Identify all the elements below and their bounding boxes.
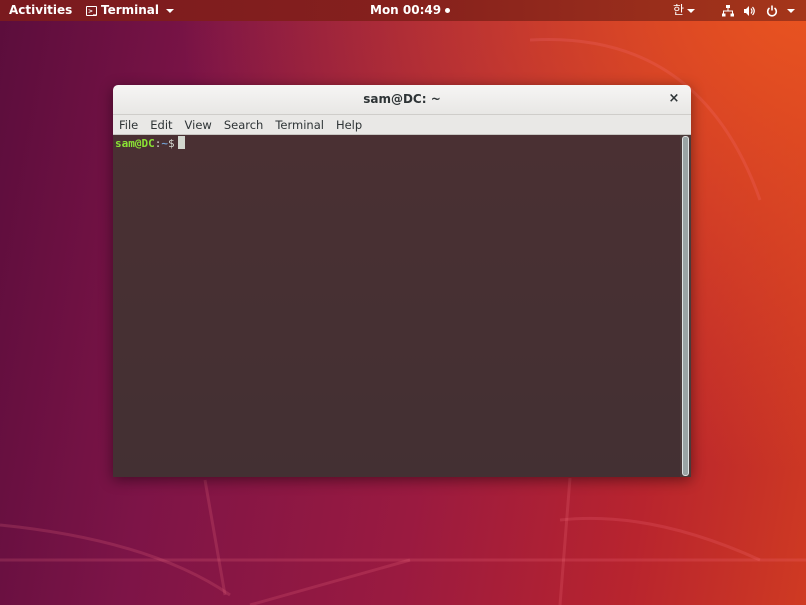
vertical-scrollbar[interactable] [680, 135, 691, 477]
notification-dot-icon [445, 8, 451, 13]
window-title: sam@DC: ~ [363, 92, 441, 106]
app-menu-button[interactable]: >_ Terminal [86, 0, 175, 21]
menu-search[interactable]: Search [224, 118, 264, 132]
clock-button[interactable]: Mon 00:49 [370, 0, 451, 21]
activities-button[interactable]: Activities [9, 0, 72, 21]
network-icon[interactable] [722, 0, 734, 21]
close-icon: × [668, 91, 680, 106]
power-menu-button[interactable] [766, 0, 796, 21]
input-method-label: 한 [673, 3, 685, 17]
top-bar: Activities >_ Terminal Mon 00:49 한 [0, 0, 806, 21]
menu-view[interactable]: View [185, 118, 212, 132]
terminal-window: sam@DC: ~ × File Edit View Search Termin… [113, 85, 691, 477]
terminal-area[interactable]: sam@DC:~$ [113, 135, 691, 477]
app-menu-label: Terminal [101, 3, 160, 17]
terminal-icon: >_ [86, 5, 97, 16]
input-method-button[interactable]: 한 [673, 0, 696, 21]
scrollbar-thumb[interactable] [682, 136, 689, 476]
menu-help[interactable]: Help [336, 118, 362, 132]
volume-icon[interactable] [743, 0, 755, 21]
close-button[interactable]: × [666, 91, 682, 107]
clock-label: Mon 00:49 [370, 3, 442, 17]
chevron-down-icon [166, 8, 175, 13]
title-bar[interactable]: sam@DC: ~ × [113, 85, 691, 115]
chevron-down-icon [687, 8, 696, 13]
shell-prompt: sam@DC:~$ [115, 136, 185, 151]
prompt-path: ~ [161, 137, 168, 150]
menu-edit[interactable]: Edit [150, 118, 172, 132]
prompt-user-host: sam@DC [115, 137, 155, 150]
menu-file[interactable]: File [119, 118, 138, 132]
prompt-symbol: $ [168, 137, 175, 150]
menu-terminal[interactable]: Terminal [275, 118, 324, 132]
menu-bar: File Edit View Search Terminal Help [113, 115, 691, 135]
text-cursor [177, 136, 185, 149]
power-icon [766, 5, 778, 17]
chevron-down-icon [787, 8, 796, 13]
